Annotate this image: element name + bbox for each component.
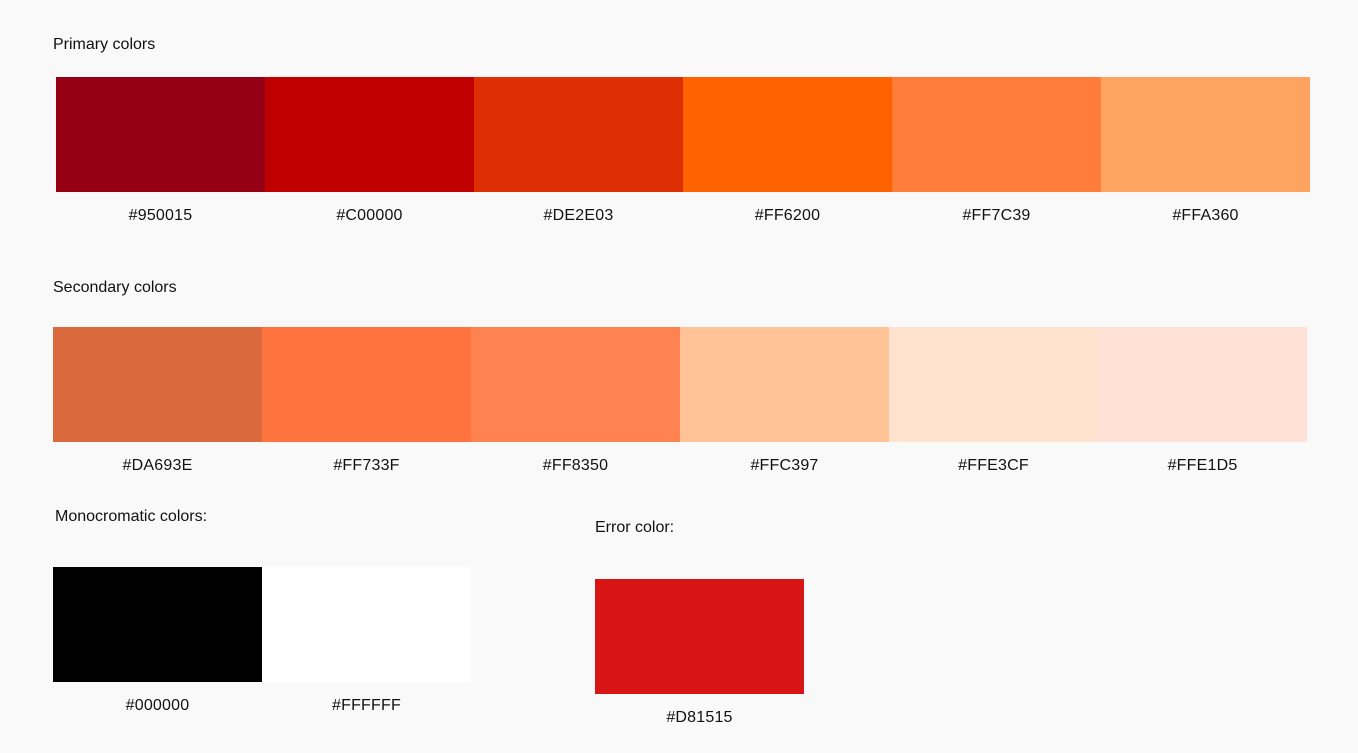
secondary-swatch-2: #FF733F xyxy=(262,327,471,476)
hex-code-label: #FFE3CF xyxy=(958,457,1029,474)
color-swatch xyxy=(683,77,892,192)
secondary-swatch-6: #FFE1D5 xyxy=(1098,327,1307,476)
monochromatic-swatch-1: #000000 xyxy=(53,567,262,716)
primary-swatch-6: #FFA360 xyxy=(1101,77,1310,226)
secondary-swatch-5: #FFE3CF xyxy=(889,327,1098,476)
color-swatch xyxy=(892,77,1101,192)
color-swatch xyxy=(474,77,683,192)
monochromatic-colors-row: #000000 #FFFFFF xyxy=(53,567,471,716)
hex-code-label: #950015 xyxy=(128,207,193,224)
monochromatic-colors-heading: Monocromatic colors: xyxy=(55,508,208,525)
error-swatch-1: #D81515 xyxy=(595,579,804,728)
primary-swatch-4: #FF6200 xyxy=(683,77,892,226)
primary-colors-heading: Primary colors xyxy=(53,36,156,53)
hex-code-label: #FFA360 xyxy=(1172,207,1239,224)
primary-swatch-5: #FF7C39 xyxy=(892,77,1101,226)
hex-code-label: #FFFFFF xyxy=(332,697,401,714)
color-swatch xyxy=(595,579,804,694)
primary-swatch-2: #C00000 xyxy=(265,77,474,226)
hex-code-label: #FFC397 xyxy=(750,457,819,474)
hex-code-label: #DE2E03 xyxy=(543,207,614,224)
primary-swatch-1: #950015 xyxy=(56,77,265,226)
error-color-heading: Error color: xyxy=(595,519,675,536)
color-swatch xyxy=(265,77,474,192)
color-swatch xyxy=(1098,327,1307,442)
color-swatch xyxy=(889,327,1098,442)
hex-code-label: #FF7C39 xyxy=(962,207,1031,224)
color-swatch xyxy=(1101,77,1310,192)
hex-code-label: #FF733F xyxy=(333,457,400,474)
color-swatch xyxy=(262,567,471,682)
error-color-row: #D81515 xyxy=(595,579,804,728)
secondary-colors-heading: Secondary colors xyxy=(53,279,177,296)
color-swatch xyxy=(53,327,262,442)
monochromatic-swatch-2: #FFFFFF xyxy=(262,567,471,716)
color-swatch xyxy=(56,77,265,192)
secondary-colors-row: #DA693E #FF733F #FF8350 #FFC397 #FFE3CF … xyxy=(53,327,1307,476)
hex-code-label: #D81515 xyxy=(666,709,733,726)
color-swatch xyxy=(53,567,262,682)
hex-code-label: #C00000 xyxy=(336,207,403,224)
color-swatch xyxy=(680,327,889,442)
hex-code-label: #FF8350 xyxy=(542,457,609,474)
hex-code-label: #FFE1D5 xyxy=(1167,457,1238,474)
hex-code-label: #FF6200 xyxy=(754,207,821,224)
color-swatch xyxy=(262,327,471,442)
color-swatch xyxy=(471,327,680,442)
secondary-swatch-1: #DA693E xyxy=(53,327,262,476)
hex-code-label: #000000 xyxy=(125,697,190,714)
secondary-swatch-3: #FF8350 xyxy=(471,327,680,476)
primary-colors-row: #950015 #C00000 #DE2E03 #FF6200 #FF7C39 … xyxy=(56,77,1310,226)
secondary-swatch-4: #FFC397 xyxy=(680,327,889,476)
hex-code-label: #DA693E xyxy=(122,457,193,474)
primary-swatch-3: #DE2E03 xyxy=(474,77,683,226)
